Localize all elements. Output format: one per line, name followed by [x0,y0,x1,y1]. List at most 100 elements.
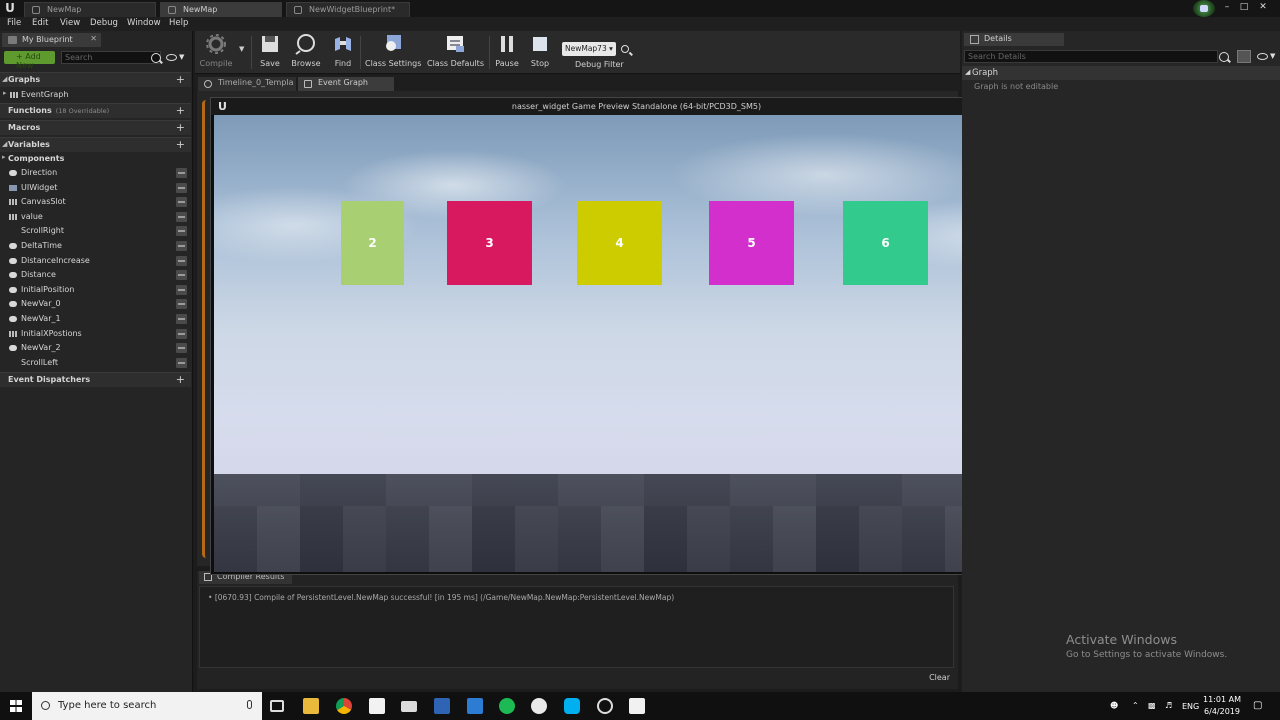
tab-event-graph[interactable]: Event Graph [298,77,394,91]
visibility-toggle-icon[interactable] [176,343,187,354]
taskbar-search-input[interactable]: Type here to search [32,692,262,720]
tab-details[interactable]: Details [964,33,1064,46]
tree-item-eventgraph[interactable]: ▸ EventGraph [0,88,191,102]
details-category-graph[interactable]: ◢ Graph [962,66,1280,80]
clock-time[interactable]: 11:01 AM [1202,695,1242,704]
clear-button[interactable]: Clear [929,673,950,682]
store-icon[interactable] [369,698,385,714]
chevron-down-icon[interactable]: ▼ [179,53,184,61]
maximize-icon[interactable]: □ [1237,1,1251,13]
visibility-toggle-icon[interactable] [176,168,187,178]
file-explorer-icon[interactable] [303,698,319,714]
network-icon[interactable]: ▩ [1148,701,1156,710]
tab-timeline[interactable]: Timeline_0_Templa [198,77,296,91]
visibility-toggle-icon[interactable] [176,328,187,339]
windows-start-icon[interactable] [10,700,22,712]
pause-button[interactable]: Pause [493,33,521,68]
unreal-engine-icon[interactable] [531,698,547,714]
details-search-input[interactable]: Search Details [964,50,1218,63]
variable-item[interactable]: value [0,210,191,224]
section-graphs[interactable]: ◢ Graphs + [0,72,191,87]
language-indicator[interactable]: ENG [1182,702,1199,711]
compile-button[interactable]: Compile [199,33,233,68]
variable-item[interactable]: Direction [0,166,191,180]
section-macros[interactable]: Macros + [0,120,191,135]
tab-newmap-1[interactable]: NewMap [24,2,156,17]
close-tab-icon[interactable]: ✕ [90,34,97,43]
debug-object-select[interactable]: NewMap73 ▾ [562,42,616,56]
section-variables[interactable]: ◢ Variables + [0,137,191,152]
visibility-toggle-icon[interactable] [176,299,187,310]
variable-item[interactable]: NewVar_0 [0,297,191,311]
menu-file[interactable]: File [7,18,21,28]
tab-newmap-2[interactable]: NewMap [160,2,282,17]
variable-item[interactable]: ScrollRight [0,224,191,238]
browse-button[interactable]: Browse [289,33,323,68]
visibility-toggle-icon[interactable] [176,226,187,237]
variable-item[interactable]: DistanceIncrease [0,254,191,268]
source-control-icon[interactable] [1193,0,1215,17]
variable-item[interactable]: ScrollLeft [0,356,191,370]
class-settings-button[interactable]: Class Settings [365,33,421,68]
stop-button[interactable]: Stop [527,33,553,68]
mail-icon[interactable] [401,701,417,712]
number-tile[interactable]: 5 [709,201,794,285]
number-tile[interactable]: 6 [843,201,928,285]
microphone-icon[interactable] [247,700,252,709]
save-button[interactable]: Save [257,33,283,68]
visibility-toggle-icon[interactable] [176,255,187,266]
skype-icon[interactable] [564,698,580,714]
expand-icon[interactable]: ▸ [3,89,7,97]
add-graph-icon[interactable]: + [176,73,185,86]
visibility-toggle-icon[interactable] [176,314,187,324]
add-function-icon[interactable]: + [176,104,185,117]
tab-widget-blueprint[interactable]: NewWidgetBlueprint* [286,2,410,17]
menu-debug[interactable]: Debug [90,18,118,28]
view-options-icon[interactable] [1257,53,1268,60]
preview-title-bar[interactable]: U nasser_widget Game Preview Standalone … [211,98,1062,115]
number-tile[interactable]: 3 [447,201,532,285]
chrome-icon[interactable] [336,698,352,714]
tab-my-blueprint[interactable]: My Blueprint ✕ [2,33,101,47]
visibility-toggle-icon[interactable] [176,197,187,208]
video-editor-icon[interactable] [629,698,645,714]
compile-options-chevron-icon[interactable]: ▼ [239,45,244,53]
close-icon[interactable]: ✕ [1256,1,1270,13]
view-options-icon[interactable] [166,54,177,61]
powershell-icon[interactable] [434,698,450,714]
clock-date[interactable]: 6/4/2019 [1202,707,1242,716]
add-dispatcher-icon[interactable]: + [176,373,185,386]
variable-item[interactable]: InitialXPostions [0,327,191,341]
section-event-dispatchers[interactable]: Event Dispatchers + [0,372,191,387]
visibility-toggle-icon[interactable] [176,357,187,368]
volume-icon[interactable]: ♬ [1165,701,1172,710]
people-icon[interactable]: ☻ [1110,701,1118,710]
add-variable-icon[interactable]: + [176,138,185,151]
task-view-icon[interactable] [270,700,284,712]
variable-item[interactable]: NewVar_1 [0,312,191,326]
tray-chevron-icon[interactable]: ⌃ [1132,701,1139,710]
collapse-icon[interactable]: ◢ [2,75,7,83]
property-matrix-icon[interactable] [1237,50,1251,63]
menu-window[interactable]: Window [127,18,161,28]
number-tile[interactable]: 2 [341,201,404,285]
expand-icon[interactable]: ▸ [2,153,6,161]
add-macro-icon[interactable]: + [176,121,185,134]
variable-item[interactable]: InitialPosition [0,283,191,297]
add-new-button[interactable]: + Add New [4,51,55,70]
visibility-toggle-icon[interactable] [176,211,187,222]
collapse-icon[interactable]: ◢ [2,140,7,148]
menu-edit[interactable]: Edit [32,18,48,28]
spotify-icon[interactable] [499,698,515,714]
variable-item[interactable]: NewVar_2 [0,341,191,355]
number-tile[interactable]: 4 [577,201,662,285]
variable-item[interactable]: Distance [0,268,191,282]
obs-icon[interactable] [597,698,613,714]
variable-item[interactable]: CanvasSlot [0,195,191,209]
visibility-toggle-icon[interactable] [176,241,187,251]
minimize-icon[interactable]: – [1220,1,1234,13]
category-components[interactable]: ▸ Components [0,152,191,166]
visual-studio-icon[interactable] [467,698,483,714]
debug-search-icon[interactable] [621,45,629,53]
variable-item[interactable]: UIWidget [0,181,191,195]
